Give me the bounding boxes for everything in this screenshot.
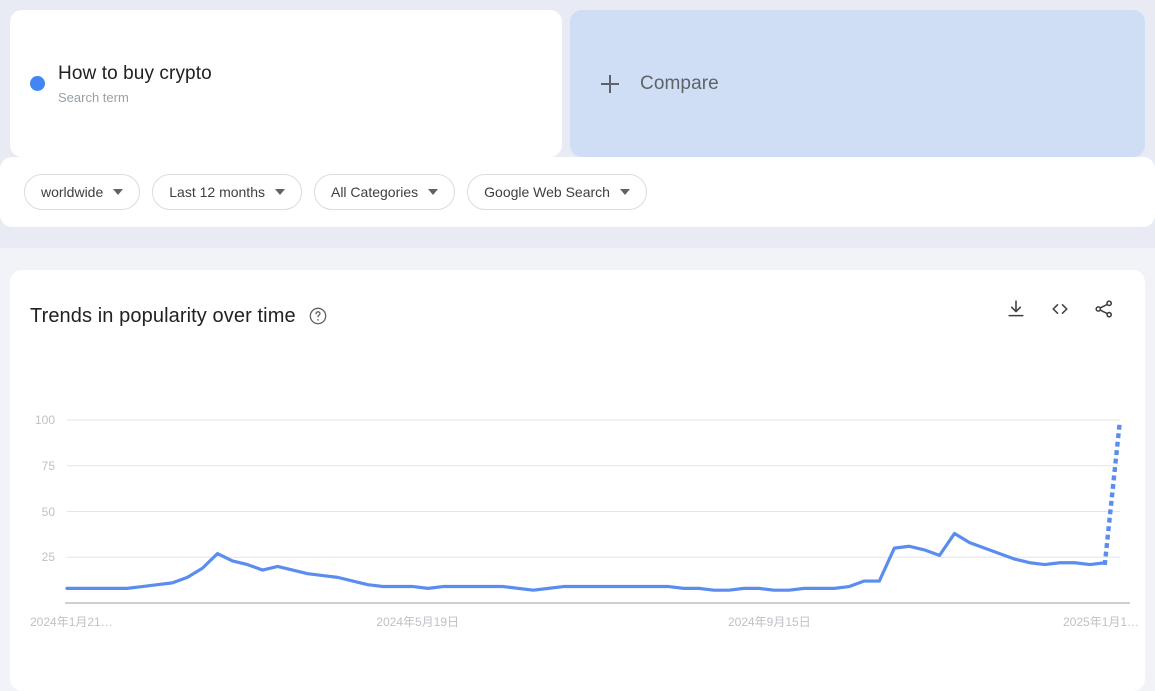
search-term-title: How to buy crypto bbox=[58, 62, 212, 86]
compare-inner: Compare bbox=[601, 10, 719, 157]
y-axis-tick-label: 50 bbox=[10, 505, 55, 519]
y-axis-tick-label: 100 bbox=[10, 413, 55, 427]
filter-bar: worldwide Last 12 months All Categories … bbox=[0, 157, 1155, 227]
compare-label: Compare bbox=[640, 73, 719, 95]
search-term-subtitle: Search term bbox=[58, 90, 212, 106]
x-axis-tick-label: 2024年5月19日 bbox=[376, 613, 459, 630]
chevron-down-icon bbox=[620, 189, 630, 195]
x-axis-tick-label: 2024年1月21… bbox=[30, 613, 113, 630]
search-term-text: How to buy crypto Search term bbox=[58, 62, 212, 106]
trends-line-chart bbox=[10, 270, 1145, 691]
plus-icon bbox=[601, 75, 619, 93]
y-axis-tick-label: 75 bbox=[10, 459, 55, 473]
trends-chart-card: Trends in popularity over time bbox=[10, 270, 1145, 691]
series-line[interactable] bbox=[67, 533, 1105, 590]
filter-search-type-label: Google Web Search bbox=[484, 184, 610, 200]
filter-location[interactable]: worldwide bbox=[24, 174, 140, 210]
filter-search-type[interactable]: Google Web Search bbox=[467, 174, 647, 210]
filter-category-label: All Categories bbox=[331, 184, 418, 200]
search-term-card[interactable]: How to buy crypto Search term bbox=[10, 10, 562, 157]
filter-location-label: worldwide bbox=[41, 184, 103, 200]
chevron-down-icon bbox=[113, 189, 123, 195]
x-axis-tick-label: 2025年1月1… bbox=[1063, 613, 1139, 630]
trends-plot-area: 25 50 75 100 2024年1月21… 2024年5月19日 2024年9月15日 2… bbox=[10, 270, 1145, 691]
search-term-row: How to buy crypto Search term Compare bbox=[0, 10, 1155, 157]
series-line-partial[interactable] bbox=[1105, 420, 1120, 563]
filter-timerange-label: Last 12 months bbox=[169, 184, 265, 200]
compare-card[interactable]: Compare bbox=[570, 10, 1145, 157]
y-axis-tick-label: 25 bbox=[10, 550, 55, 564]
chevron-down-icon bbox=[428, 189, 438, 195]
series-color-dot bbox=[30, 76, 45, 91]
chevron-down-icon bbox=[275, 189, 285, 195]
filter-category[interactable]: All Categories bbox=[314, 174, 455, 210]
x-axis-tick-label: 2024年9月15日 bbox=[728, 613, 811, 630]
google-trends-page: How to buy crypto Search term Compare wo… bbox=[0, 0, 1155, 691]
filter-timerange[interactable]: Last 12 months bbox=[152, 174, 302, 210]
